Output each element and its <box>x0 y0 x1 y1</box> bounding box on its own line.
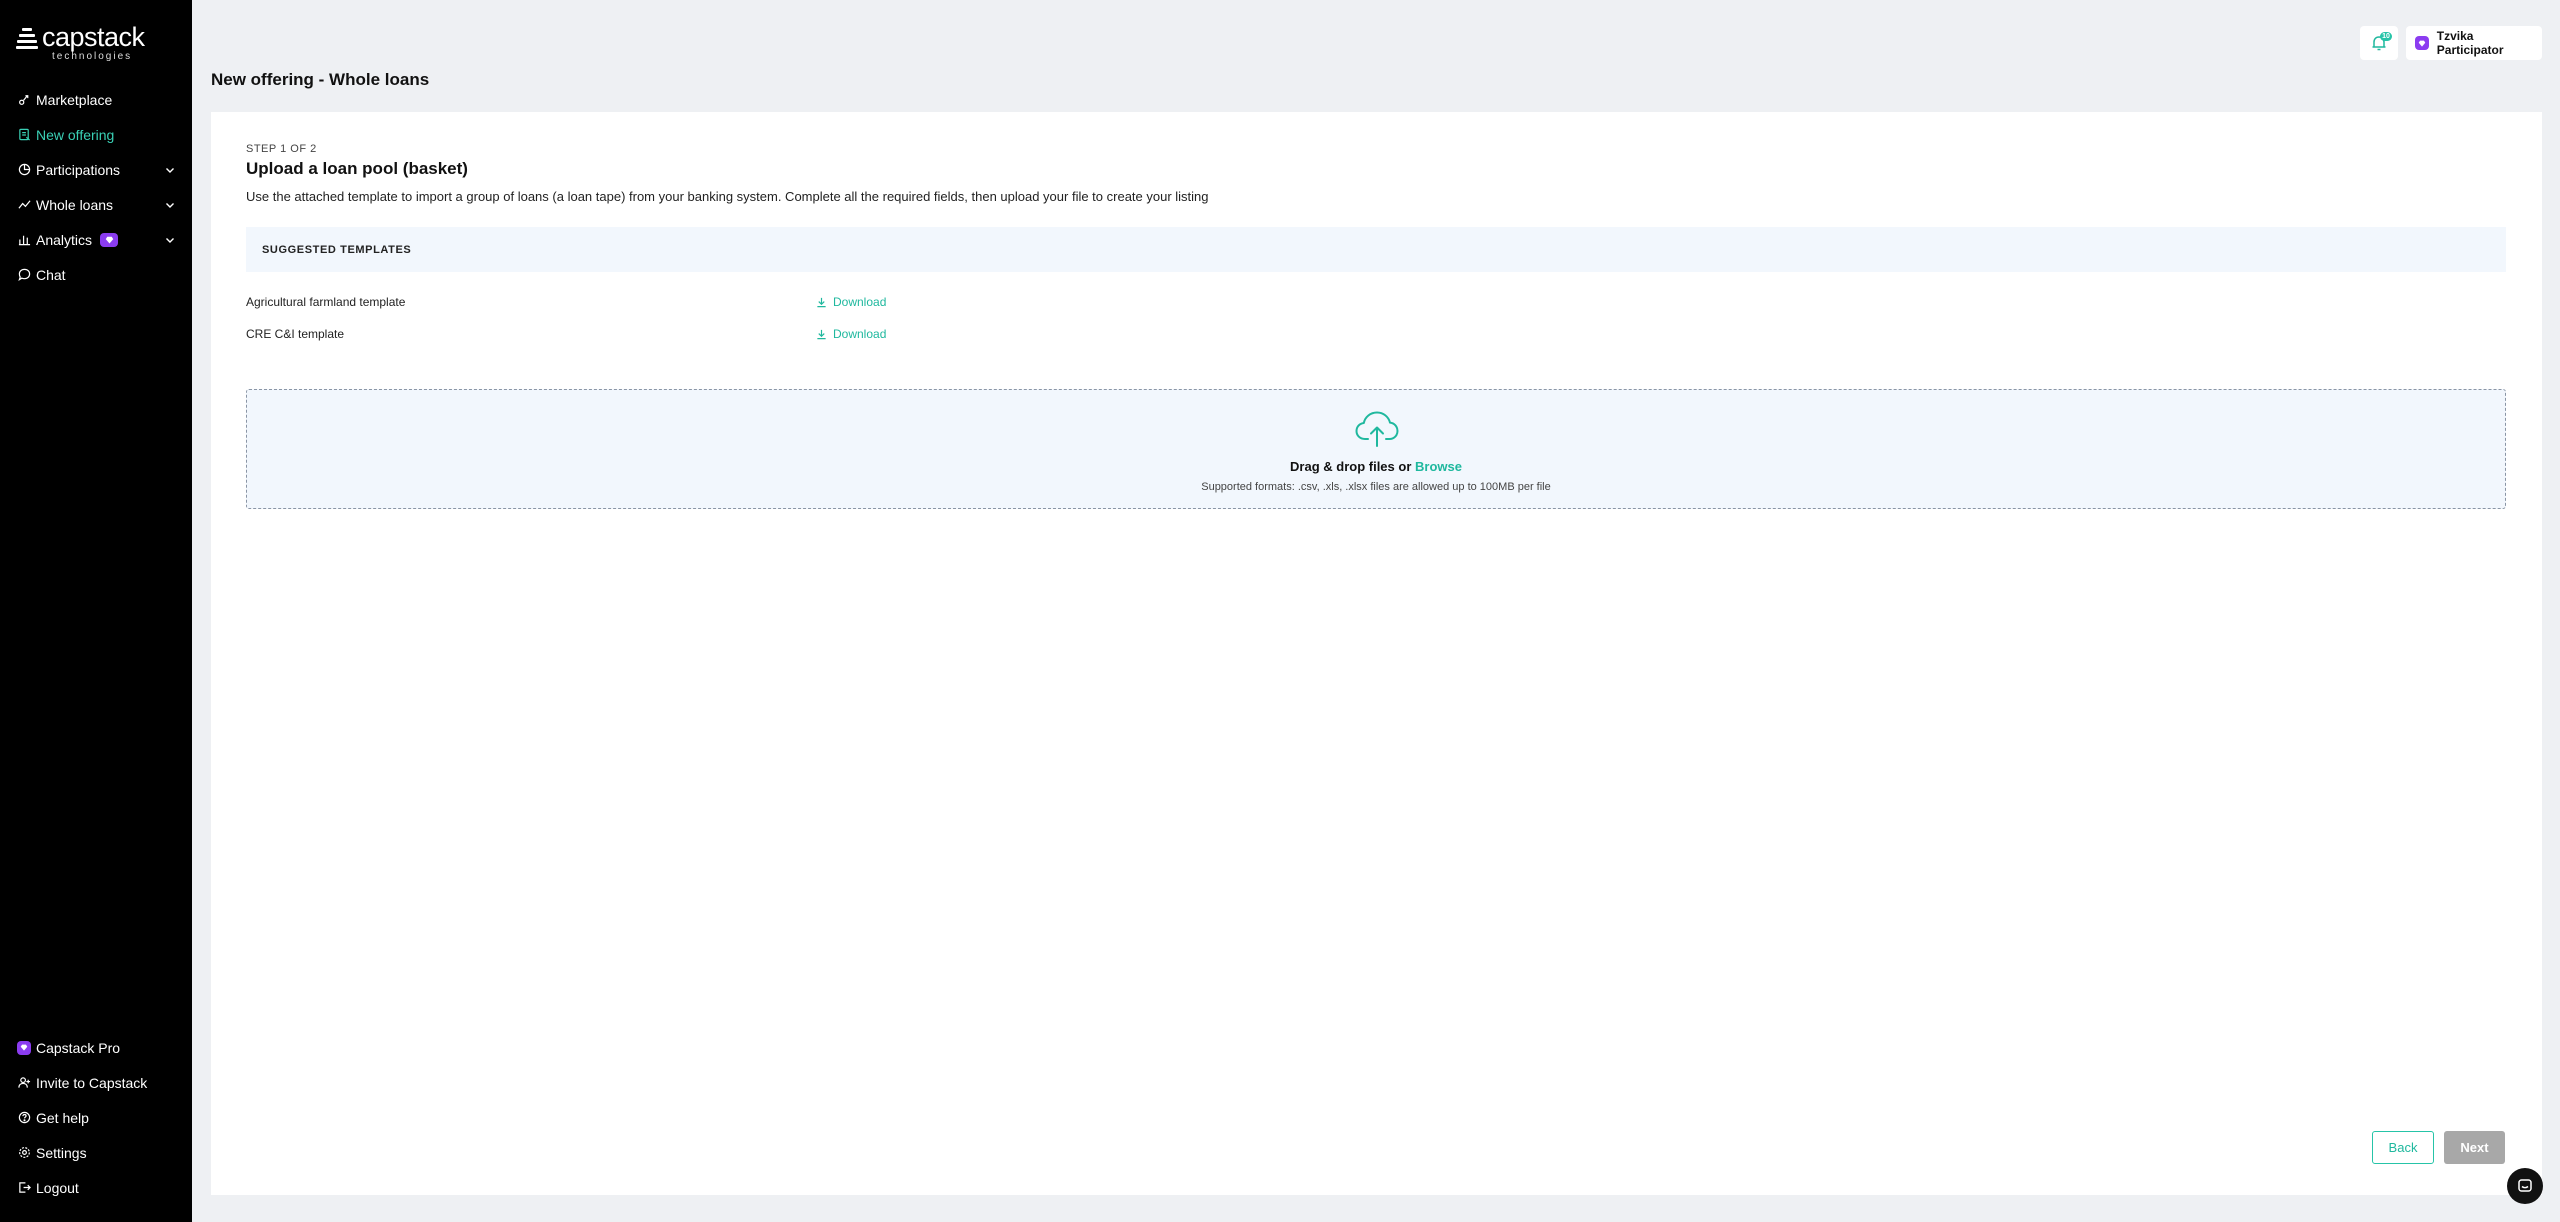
sidebar-item-label: Analytics <box>36 231 93 248</box>
download-link[interactable]: Download <box>816 327 886 341</box>
download-icon <box>817 329 826 339</box>
template-row: Agricultural farmland template Download <box>246 286 2506 318</box>
sidebar-item-label: Participations <box>36 161 121 178</box>
settings-icon <box>17 1146 31 1160</box>
notification-count-badge: 10 <box>2380 32 2392 41</box>
chat-icon <box>17 268 31 282</box>
download-label: Download <box>833 327 887 341</box>
pro-badge-icon <box>100 232 119 247</box>
chevron-down-icon[interactable] <box>164 234 176 246</box>
sidebar-item-label: Chat <box>36 266 66 283</box>
back-button[interactable]: Back <box>2372 1131 2434 1164</box>
sidebar-item-label: Marketplace <box>36 91 113 108</box>
user-name: Tzvika Participator <box>2436 29 2504 57</box>
participations-icon <box>17 163 31 177</box>
capstack-logo[interactable]: capstack technologies <box>16 24 145 62</box>
main-nav: Marketplace New offering Participations … <box>0 82 192 292</box>
page-title: New offering - Whole loans <box>211 70 430 89</box>
sidebar-item-capstack-pro[interactable]: Capstack Pro <box>0 1030 192 1065</box>
template-name: Agricultural farmland template <box>246 295 406 309</box>
download-link[interactable]: Download <box>816 295 886 309</box>
sidebar-item-label: Invite to Capstack <box>36 1074 148 1091</box>
template-name: CRE C&I template <box>246 327 345 341</box>
card-description: Use the attached template to import a gr… <box>246 189 1209 204</box>
sidebar-item-label: Whole loans <box>36 196 114 213</box>
step-indicator: STEP 1 OF 2 <box>246 143 317 155</box>
whole-loans-icon <box>17 198 31 212</box>
sidebar-item-participations[interactable]: Participations <box>0 152 192 187</box>
download-label: Download <box>833 295 887 309</box>
file-dropzone[interactable]: Drag & drop files or Browse Supported fo… <box>246 389 2506 509</box>
sidebar-item-get-help[interactable]: Get help <box>0 1100 192 1135</box>
chevron-down-icon[interactable] <box>164 199 176 211</box>
sidebar-item-whole-loans[interactable]: Whole loans <box>0 187 192 222</box>
pro-icon <box>17 1040 31 1055</box>
sidebar-item-logout[interactable]: Logout <box>0 1170 192 1205</box>
dropzone-instruction: Drag & drop files or Browse <box>247 459 2505 474</box>
sidebar-item-label: New offering <box>36 126 115 143</box>
sidebar-item-new-offering[interactable]: New offering <box>0 117 192 152</box>
upload-card: STEP 1 OF 2 Upload a loan pool (basket) … <box>211 112 2542 1195</box>
notifications-button[interactable]: 10 <box>2360 26 2398 60</box>
sidebar-item-settings[interactable]: Settings <box>0 1135 192 1170</box>
dropzone-text: Drag & drop files or <box>1290 459 1415 474</box>
download-icon <box>817 297 826 307</box>
next-button[interactable]: Next <box>2444 1131 2505 1164</box>
logo-mark-icon <box>16 26 38 52</box>
sidebar-item-label: Logout <box>36 1179 79 1196</box>
sidebar-item-marketplace[interactable]: Marketplace <box>0 82 192 117</box>
analytics-icon <box>17 233 31 247</box>
help-icon <box>17 1111 31 1125</box>
pro-badge-icon <box>2415 36 2429 50</box>
logo-name: capstack <box>42 22 145 52</box>
chat-bubble-icon <box>2518 1179 2532 1192</box>
bottom-nav: Capstack Pro Invite to Capstack Get help… <box>0 1030 192 1205</box>
invite-icon <box>17 1076 31 1090</box>
card-heading: Upload a loan pool (basket) <box>246 159 468 178</box>
sidebar-item-invite[interactable]: Invite to Capstack <box>0 1065 192 1100</box>
sidebar-item-label: Get help <box>36 1109 89 1126</box>
chevron-down-icon[interactable] <box>164 164 176 176</box>
support-chat-button[interactable] <box>2507 1168 2543 1204</box>
supported-formats: Supported formats: .csv, .xls, .xlsx fil… <box>1201 481 1551 493</box>
cloud-upload-icon <box>1355 411 1399 447</box>
template-row: CRE C&I template Download <box>246 318 2506 350</box>
sidebar-item-label: Capstack Pro <box>36 1039 121 1056</box>
marketplace-icon <box>17 93 31 107</box>
logout-icon <box>17 1181 31 1195</box>
suggested-templates-header: SUGGESTED TEMPLATES <box>246 227 2506 272</box>
logo-sub: technologies <box>52 51 133 62</box>
sidebar: capstack technologies Marketplace New of… <box>0 0 192 1222</box>
new-offering-icon <box>17 128 31 142</box>
browse-link[interactable]: Browse <box>1415 459 1462 474</box>
user-menu-button[interactable]: Tzvika Participator <box>2406 26 2542 60</box>
sidebar-item-chat[interactable]: Chat <box>0 257 192 292</box>
sidebar-item-label: Settings <box>36 1144 87 1161</box>
sidebar-item-analytics[interactable]: Analytics <box>0 222 192 257</box>
